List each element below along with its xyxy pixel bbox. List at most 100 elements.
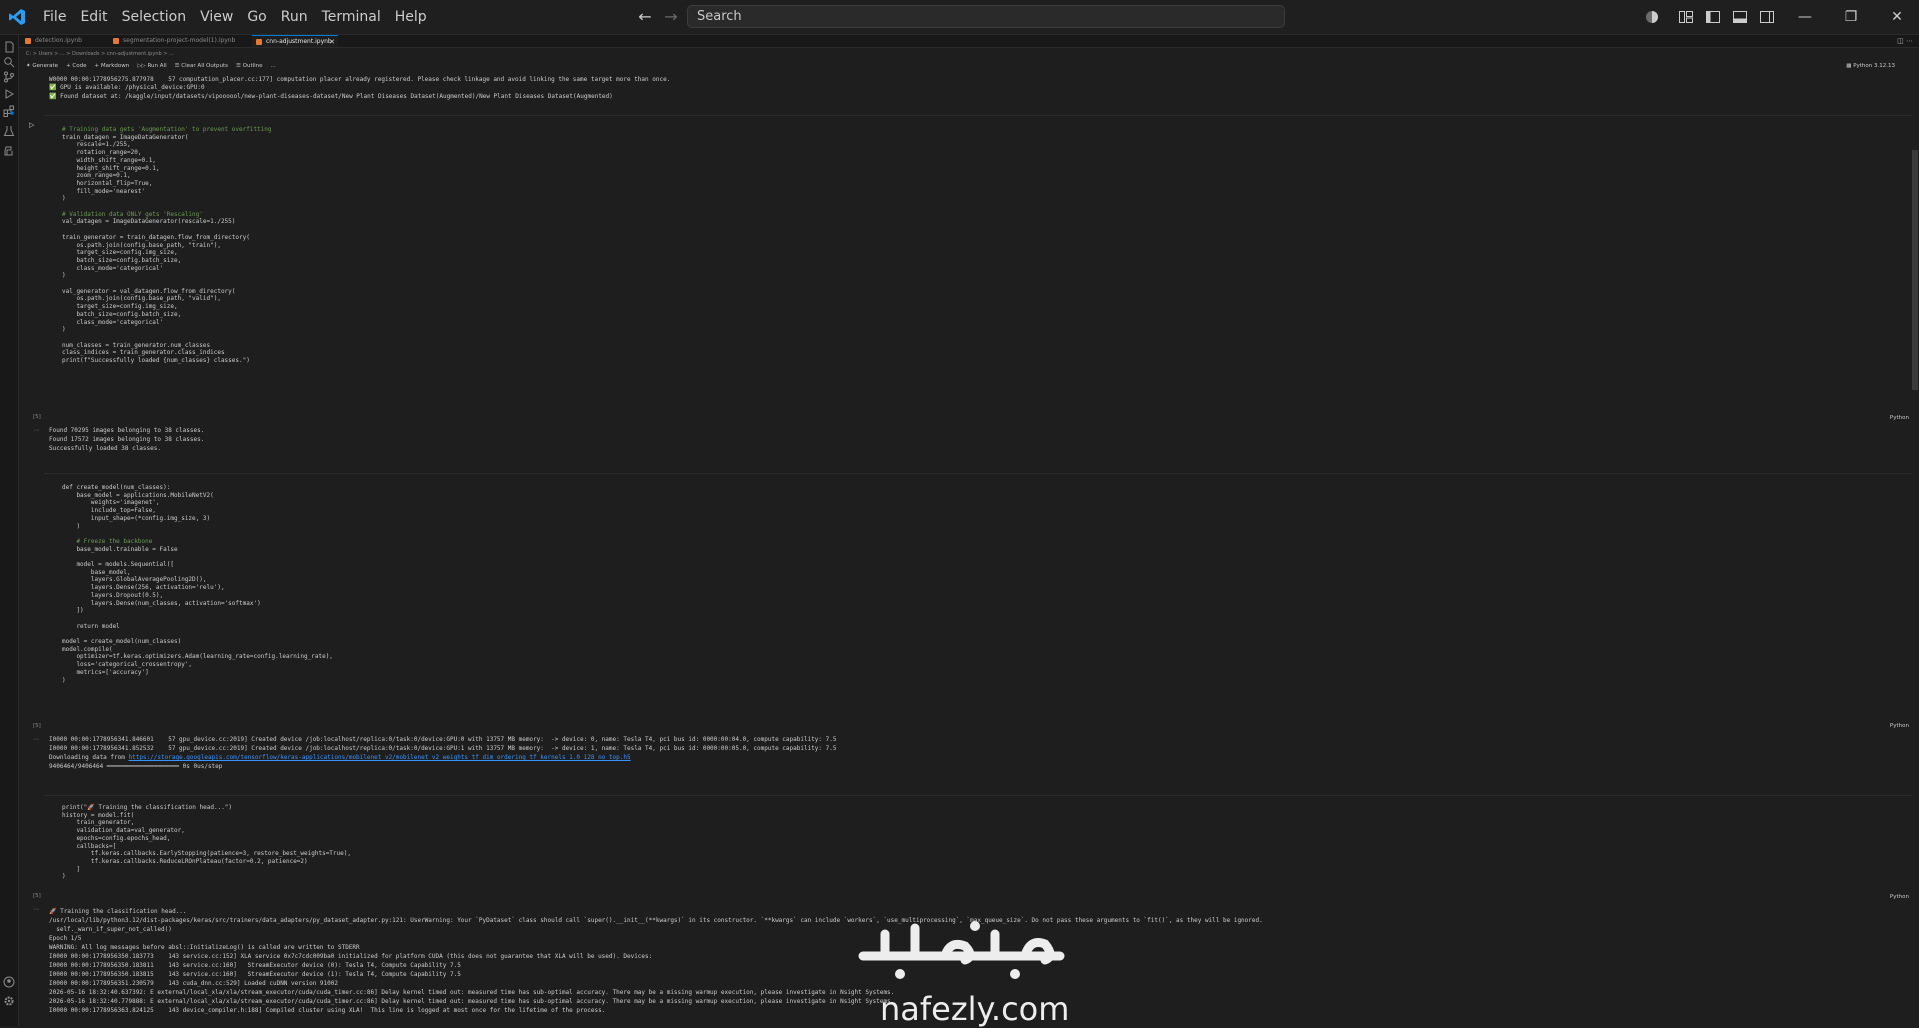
code-line: target_size=config.img_size, — [62, 303, 178, 311]
download-link[interactable]: https://storage.googleapis.com/tensorflo… — [128, 754, 630, 761]
collapse-output-icon[interactable]: ⋯ — [33, 427, 39, 434]
outline-icon: ☰ — [235, 63, 241, 69]
code-line: class_indices = train_generator.class_in… — [62, 349, 225, 357]
accounts-activity-icon[interactable] — [3, 976, 15, 988]
run-all-label: Run All — [147, 63, 167, 69]
breadcrumb[interactable]: C: > Users > ... > Downloads > cnn-adjus… — [26, 50, 174, 58]
explorer-icon[interactable] — [3, 41, 15, 53]
tab-close-icon[interactable]: ✕ — [329, 36, 335, 48]
add-code-button[interactable]: + Code — [66, 62, 86, 71]
menu-file[interactable]: File — [36, 0, 73, 34]
cell-language[interactable]: Python — [1890, 894, 1909, 900]
code-line: os.path.join(config.base_path, "train"), — [62, 241, 221, 249]
code-line: class_mode='categorical' — [62, 264, 164, 272]
code-line: width_shift_range=0.1, — [62, 156, 156, 164]
testing-icon[interactable] — [3, 125, 15, 137]
editor-tab-bar: detection.ipynb segmentation-project-mod… — [19, 35, 1919, 48]
menu-selection[interactable]: Selection — [115, 0, 194, 34]
code-line: def create_model(num_classes): — [62, 484, 171, 491]
output-line: 9406464/9406464 ━━━━━━━━━━━━━━━━━━━━ 0s … — [49, 763, 223, 770]
code-cell[interactable]: print("🚀 Training the classification hea… — [44, 795, 1912, 896]
menu-edit[interactable]: Edit — [73, 0, 114, 34]
cell-language[interactable]: Python — [1890, 415, 1909, 421]
run-cell-icon[interactable]: ▷ — [29, 121, 34, 129]
clear-label: Clear All Outputs — [181, 63, 228, 69]
toggle-secondary-sidebar-icon[interactable] — [1759, 9, 1775, 25]
code-line: ) — [62, 272, 66, 280]
notebook-file-icon — [25, 38, 31, 44]
command-center-search[interactable]: Search — [687, 5, 1285, 28]
manage-gear-icon[interactable] — [3, 995, 15, 1007]
editor-actions: ◫ ⋯ — [1897, 35, 1913, 47]
tab-segmentation[interactable]: segmentation-project-model(1).ipynb — [109, 35, 249, 47]
code-line: loss='categorical_crossentropy', — [62, 661, 193, 669]
output-line: WARNING: All log messages before absl::I… — [49, 944, 360, 951]
code-line: layers.GlobalAveragePooling2D(), — [62, 576, 207, 584]
code-line: ] — [62, 865, 81, 873]
customize-layout-icon[interactable] — [1678, 9, 1694, 25]
menu-terminal[interactable]: Terminal — [315, 0, 388, 34]
code-line: height_shift_range=0.1, — [62, 164, 160, 172]
run-all-button[interactable]: ▷▷ Run All — [137, 62, 166, 71]
code-line: rotation_range=20, — [62, 149, 142, 157]
collapse-output-icon[interactable]: ⋯ — [33, 736, 39, 743]
activity-bar — [0, 35, 19, 1026]
restore-icon[interactable]: ❐ — [1842, 8, 1860, 26]
generate-button[interactable]: ✦ Generate — [26, 62, 58, 71]
close-window-icon[interactable]: ✕ — [1888, 8, 1906, 26]
toggle-panel-icon[interactable] — [1732, 9, 1748, 25]
outline-label: Outline — [242, 63, 263, 69]
toggle-primary-sidebar-icon[interactable] — [1705, 9, 1721, 25]
outline-button[interactable]: ☰ Outline — [236, 62, 263, 71]
split-editor-icon[interactable]: ◫ — [1897, 37, 1904, 45]
more-actions-icon[interactable]: ⋯ — [1906, 37, 1913, 45]
menu-go[interactable]: Go — [240, 0, 273, 34]
clear-outputs-button[interactable]: ☰ Clear All Outputs — [175, 62, 228, 71]
search-activity-icon[interactable] — [3, 56, 15, 68]
search-placeholder: Search — [697, 9, 742, 24]
output-line: I0000 00:00:1778956350.183815 143 servic… — [49, 971, 461, 978]
code-line: num_classes = train_generator.num_classe… — [62, 341, 211, 349]
code-line: base_model.trainable = False — [62, 545, 178, 553]
more-toolbar-button[interactable]: ... — [271, 62, 276, 71]
cell-language[interactable]: Python — [1890, 723, 1909, 729]
menu-run[interactable]: Run — [274, 0, 315, 34]
output-line: I0000 00:00:1778956351.230579 143 cuda_d… — [49, 980, 338, 987]
output-line: I0000 00:00:1778956350.183773 143 servic… — [49, 953, 653, 960]
kernel-icon: ▦ — [1846, 63, 1852, 69]
code-line: model = create_model(num_classes) — [62, 638, 182, 645]
menu-bar: File Edit Selection View Go Run Terminal… — [36, 0, 434, 34]
tab-detection[interactable]: detection.ipynb — [21, 35, 103, 47]
output-line: Successfully loaded 38 classes. — [49, 445, 161, 452]
menu-help[interactable]: Help — [388, 0, 434, 34]
execution-count: [5] — [33, 414, 41, 420]
code-line: rescale=1./255, — [62, 141, 131, 149]
code-line: horizontal_flip=True, — [62, 179, 153, 187]
tab-cnn-adjustment[interactable]: cnn-adjustment.ipynb ✕ — [252, 35, 338, 47]
kernel-picker[interactable]: ▦ Python 3.12.13 — [1846, 62, 1895, 71]
code-line: target_size=config.img_size, — [62, 249, 178, 257]
code-line: print(f"Successfully loaded {num_classes… — [62, 357, 250, 364]
accounts-icon[interactable] — [1644, 9, 1660, 25]
code-line: layers.Dropout(0.5), — [62, 591, 164, 599]
menu-view[interactable]: View — [193, 0, 240, 34]
python-icon[interactable] — [3, 145, 15, 157]
add-markdown-button[interactable]: + Markdown — [95, 62, 130, 71]
back-arrow-icon[interactable]: ← — [636, 8, 654, 26]
kernel-label: Python 3.12.13 — [1853, 63, 1895, 69]
output-text: Downloading data from — [49, 754, 129, 761]
code-line: # Training data gets 'Augmentation' to p… — [62, 126, 272, 133]
code-line: base_model = applications.MobileNetV2( — [62, 491, 214, 499]
output-line: I0000 00:00:1778956341.852532 57 gpu_dev… — [49, 745, 837, 752]
code-line: train_generator, — [62, 819, 135, 827]
forward-arrow-icon[interactable]: → — [662, 8, 680, 26]
run-debug-icon[interactable] — [3, 88, 15, 100]
code-cell[interactable]: # Training data gets 'Augmentation' to p… — [44, 115, 1912, 421]
extensions-icon[interactable] — [3, 105, 15, 117]
collapse-output-icon[interactable]: ⋯ — [33, 906, 39, 913]
source-control-icon[interactable] — [3, 71, 15, 83]
output-line: 2026-05-16 18:32:40.637392: E external/l… — [49, 989, 895, 996]
editor-scrollbar[interactable] — [1912, 150, 1918, 390]
minimize-icon[interactable]: — — [1796, 8, 1814, 26]
code-cell[interactable]: def create_model(num_classes): base_mode… — [44, 473, 1912, 721]
